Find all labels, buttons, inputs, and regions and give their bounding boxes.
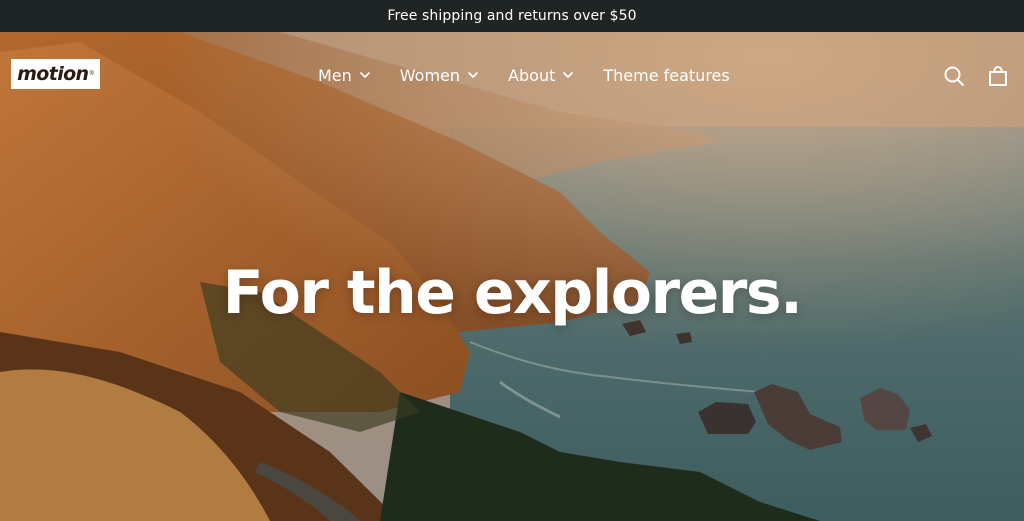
nav-item-label: Theme features bbox=[603, 65, 730, 85]
site-header: motion ® Men Women About Theme features bbox=[0, 32, 1024, 120]
logo-link[interactable]: motion ® bbox=[11, 59, 100, 89]
nav-item-about[interactable]: About bbox=[508, 62, 574, 88]
nav-item-women[interactable]: Women bbox=[400, 62, 478, 88]
announcement-text: Free shipping and returns over $50 bbox=[387, 8, 637, 24]
logo-registered-mark: ® bbox=[89, 71, 94, 77]
cart-icon bbox=[989, 66, 1007, 86]
chevron-down-icon bbox=[359, 72, 370, 78]
main-nav: Men Women About Theme features bbox=[318, 62, 760, 88]
nav-item-theme-features[interactable]: Theme features bbox=[603, 62, 729, 88]
logo-text: motion bbox=[17, 63, 89, 85]
nav-item-men[interactable]: Men bbox=[318, 62, 370, 88]
hero-headline: For the explorers. bbox=[222, 258, 803, 328]
announcement-bar: Free shipping and returns over $50 bbox=[0, 0, 1024, 32]
cart-button[interactable] bbox=[986, 64, 1010, 88]
chevron-down-icon bbox=[563, 72, 574, 78]
nav-item-label: Men bbox=[318, 65, 352, 85]
search-button[interactable] bbox=[942, 64, 966, 88]
header-icons bbox=[922, 64, 1010, 88]
search-icon bbox=[944, 66, 964, 86]
chevron-down-icon bbox=[468, 72, 478, 78]
nav-item-label: Women bbox=[399, 65, 461, 85]
nav-item-label: About bbox=[508, 65, 556, 85]
